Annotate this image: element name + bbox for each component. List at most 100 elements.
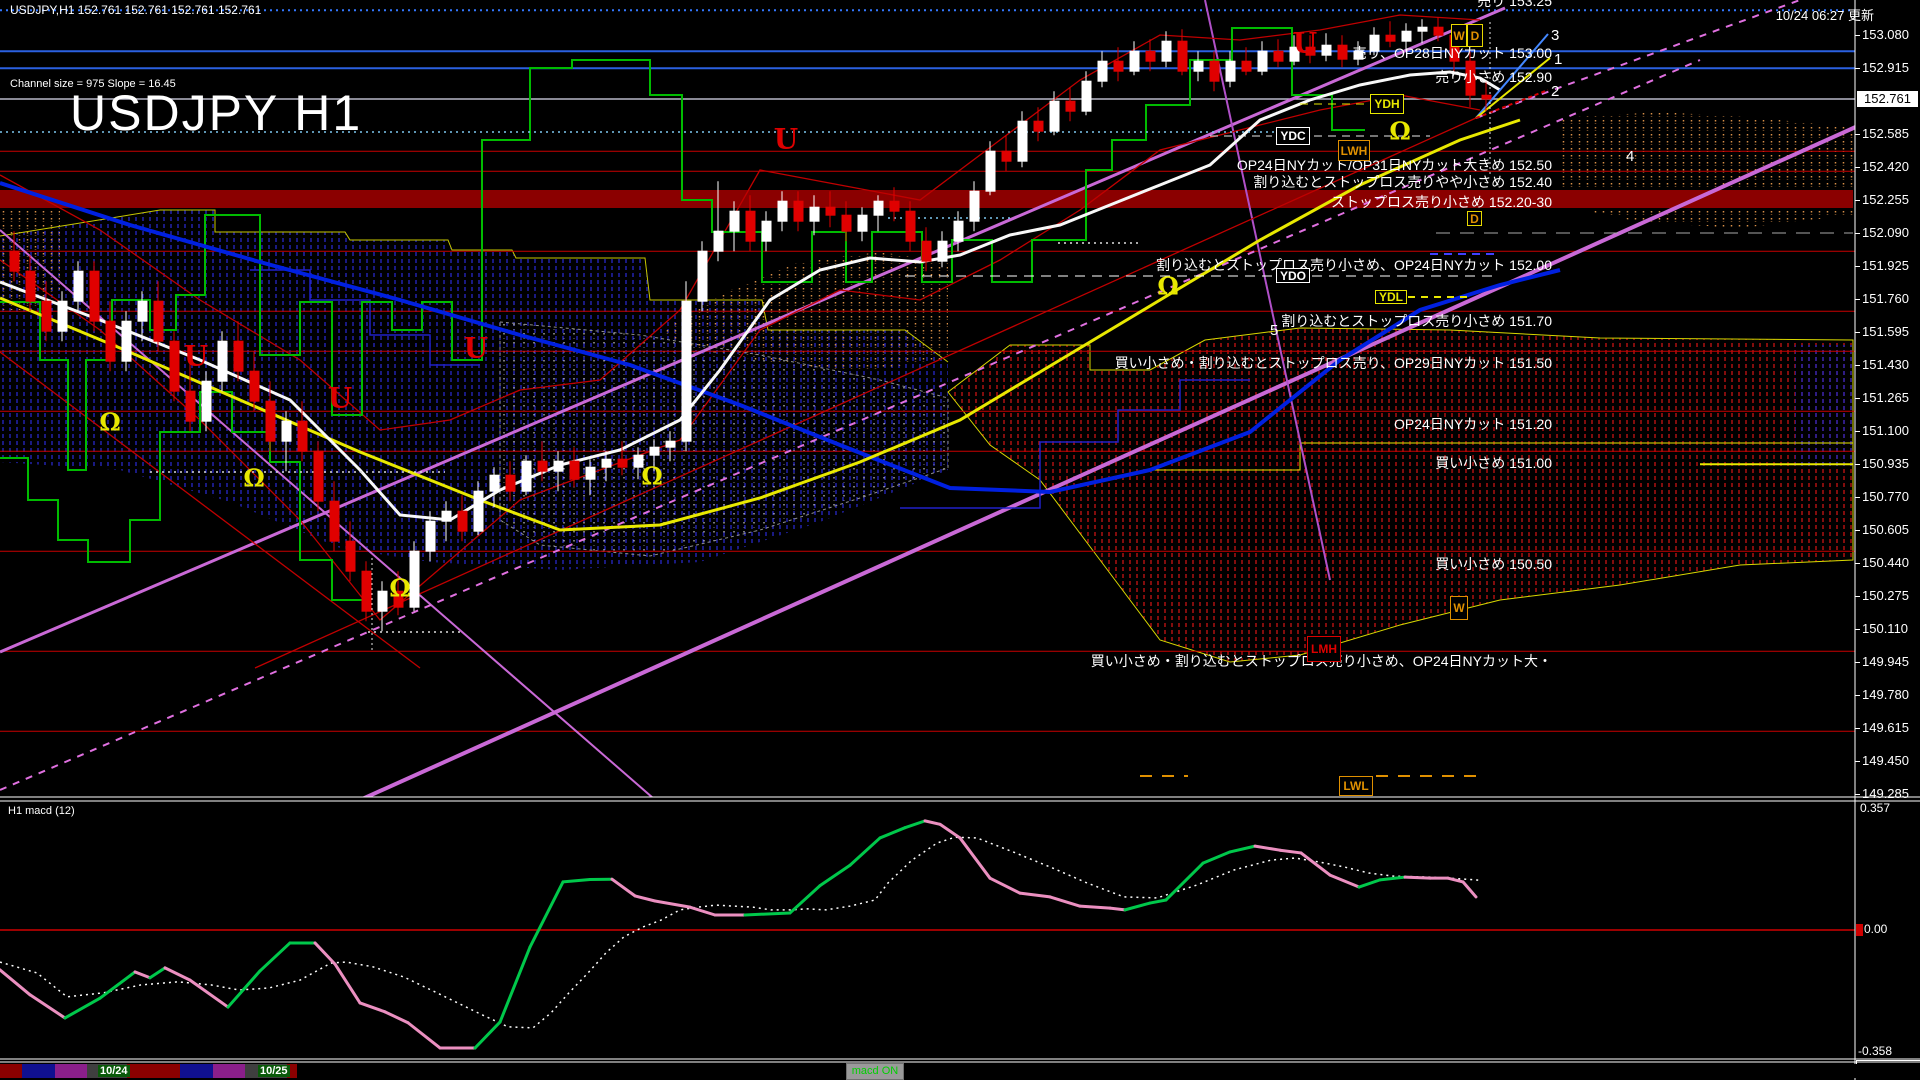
fan-line-label: 2 [1551, 83, 1559, 100]
price-axis-label: 151.925 [1862, 258, 1909, 273]
macd-indicator-label: H1 macd (12) [8, 805, 75, 817]
price-axis-label: 149.450 [1862, 753, 1909, 768]
price-axis-label: 152.255 [1862, 192, 1909, 207]
macd-panel-layer [0, 821, 1855, 1048]
date-label: 10/24 [98, 1065, 130, 1077]
horseshoe-up-mark: U [1293, 27, 1317, 60]
mt4-chart-window: U U U U U Ω Ω Ω Ω Ω Ω USDJPY,H1 152.761 152.761 15… [0, 0, 1920, 1080]
fan-line-label: 3 [1551, 27, 1559, 44]
axis-tick [1855, 761, 1860, 762]
axis-tick [1855, 332, 1860, 333]
order-annotation[interactable]: 割り込むとストップロス売り小さめ、OP24日NYカット 152.00 [1156, 255, 1552, 275]
fan-line-label: 1 [1554, 51, 1562, 68]
order-annotation[interactable]: 買い小さめ 151.00 [1435, 453, 1552, 473]
level-box-ydh[interactable]: YDH [1370, 94, 1404, 114]
price-axis-label: 149.780 [1862, 687, 1909, 702]
fan-line-label: 5 [1270, 322, 1278, 339]
session-segment [0, 1064, 22, 1078]
level-box-lwl[interactable]: LWL [1339, 776, 1373, 796]
price-axis-label: 150.935 [1862, 456, 1909, 471]
horseshoe-up-mark: U [774, 123, 798, 156]
level-box-d[interactable]: D [1467, 211, 1482, 226]
order-annotation[interactable]: 割り込むとストップロス売りやや小さめ 152.40 [1253, 172, 1552, 192]
watermark-symbol: USDJPY H1 [70, 84, 362, 142]
horseshoe-down-mark: Ω [1157, 272, 1178, 301]
price-axis-label: 152.585 [1862, 126, 1909, 141]
price-axis-label: 149.285 [1862, 786, 1909, 801]
axis-tick [1855, 299, 1860, 300]
level-box-lmh[interactable]: LMH [1307, 636, 1341, 662]
last-updated-text: 10/24 06:27 更新 [1776, 5, 1874, 24]
session-segment [22, 1064, 55, 1078]
price-axis-label: 151.100 [1862, 423, 1909, 438]
order-annotation[interactable]: 買い小さめ・割り込むとストップロス売り、OP29日NYカット 151.50 [1115, 353, 1552, 373]
session-segment [127, 1064, 180, 1078]
axis-tick [1855, 464, 1860, 465]
horseshoe-up-mark: U [328, 382, 352, 415]
order-annotation[interactable]: OP24日NYカット 151.20 [1394, 414, 1552, 434]
horseshoe-down-mark: Ω [243, 464, 264, 493]
order-annotation[interactable]: 売り小さめ 152.90 [1435, 67, 1552, 87]
order-annotation[interactable]: ストップロス売り小さめ 152.20-30 [1331, 192, 1552, 212]
horseshoe-down-mark: Ω [641, 462, 662, 491]
price-axis-label: 152.915 [1862, 60, 1909, 75]
price-axis-label: 151.265 [1862, 390, 1909, 405]
axis-tick [1855, 497, 1860, 498]
level-box-w[interactable]: W [1450, 596, 1468, 620]
order-annotation[interactable]: 買い小さめ 150.50 [1435, 554, 1552, 574]
price-axis-label: 149.615 [1862, 720, 1909, 735]
axis-tick [1855, 596, 1860, 597]
axis-tick [1855, 365, 1860, 366]
axis-tick [1855, 398, 1860, 399]
axis-tick [1855, 68, 1860, 69]
axis-tick [1855, 629, 1860, 630]
axis-tick [1855, 200, 1860, 201]
level-box-ydo[interactable]: YDO [1276, 268, 1310, 283]
macd-scale-zero: 0.00 [1864, 922, 1887, 936]
price-axis-label: 151.760 [1862, 291, 1909, 306]
price-axis-label: 152.420 [1862, 159, 1909, 174]
axis-tick [1855, 431, 1860, 432]
horseshoe-up-mark: U [464, 332, 488, 365]
macd-scale-bottom: -0.358 [1858, 1044, 1892, 1058]
axis-tick [1855, 134, 1860, 135]
price-axis-label: 150.770 [1862, 489, 1909, 504]
price-axis-label: 150.605 [1862, 522, 1909, 537]
session-timeline-bar: 10/24 10/25 [0, 1064, 1920, 1078]
fan-line-label: 4 [1626, 148, 1634, 165]
level-box-lwh[interactable]: LWH [1338, 140, 1370, 161]
main-chart-layer: U U U U U Ω Ω Ω Ω Ω Ω [0, 0, 1920, 962]
current-price-tag: 152.761 [1857, 91, 1918, 107]
session-segment [180, 1064, 213, 1078]
horseshoe-down-mark: Ω [389, 574, 410, 603]
level-box-w[interactable]: W [1451, 24, 1467, 47]
session-segment [55, 1064, 87, 1078]
macd-toggle-button[interactable]: macd ON [846, 1063, 904, 1080]
level-box-d[interactable]: D [1467, 24, 1483, 47]
level-box-ydl[interactable]: YDL [1375, 290, 1407, 304]
level-box-ydc[interactable]: YDC [1276, 127, 1310, 145]
session-segment [213, 1064, 245, 1078]
horseshoe-down-mark: Ω [1389, 117, 1410, 146]
price-axis-label: 152.090 [1862, 225, 1909, 240]
axis-tick [1855, 563, 1860, 564]
macd-signal-line [0, 837, 1479, 1028]
macd-scale-top: 0.357 [1860, 801, 1890, 815]
symbol-title: USDJPY,H1 152.761 152.761 152.761 152.76… [10, 3, 261, 17]
axis-tick [1855, 728, 1860, 729]
horseshoe-up-mark: U [184, 340, 208, 373]
axis-tick [1855, 794, 1860, 795]
axis-tick [1855, 233, 1860, 234]
price-axis-label: 150.110 [1862, 621, 1908, 636]
horseshoe-down-mark: Ω [99, 408, 120, 437]
axis-tick [1855, 695, 1860, 696]
axis-tick [1855, 167, 1860, 168]
date-label: 10/25 [258, 1065, 290, 1077]
price-axis-label: 153.080 [1862, 27, 1909, 42]
price-axis-label: 149.945 [1862, 654, 1909, 669]
axis-tick [1855, 662, 1860, 663]
price-axis-label: 150.275 [1862, 588, 1909, 603]
order-annotation[interactable]: 割り込むとストップロス売り小さめ 151.70 [1281, 311, 1552, 331]
price-axis-label: 151.430 [1862, 357, 1909, 372]
price-axis-label: 150.440 [1862, 555, 1909, 570]
